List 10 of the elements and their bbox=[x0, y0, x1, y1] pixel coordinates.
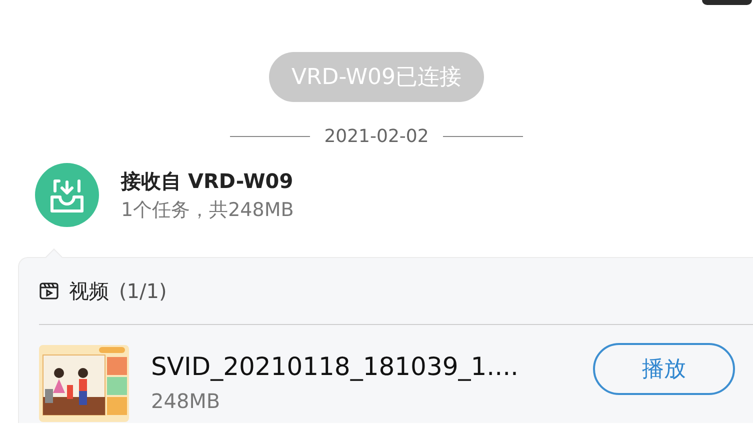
date-label: 2021-02-02 bbox=[324, 124, 429, 148]
transfer-title: 接收自 VRD-W09 bbox=[121, 168, 294, 195]
file-size: 248MB bbox=[151, 388, 222, 415]
video-icon bbox=[39, 281, 59, 301]
file-name: SVID_20210118_181039_1.... bbox=[151, 351, 518, 383]
inbox-download-icon bbox=[35, 163, 99, 227]
section-label: 视频 bbox=[69, 278, 109, 305]
section-count: (1/1) bbox=[119, 278, 167, 305]
play-button[interactable]: 播放 bbox=[593, 343, 735, 395]
transfer-summary: 1个任务，共248MB bbox=[121, 198, 294, 223]
